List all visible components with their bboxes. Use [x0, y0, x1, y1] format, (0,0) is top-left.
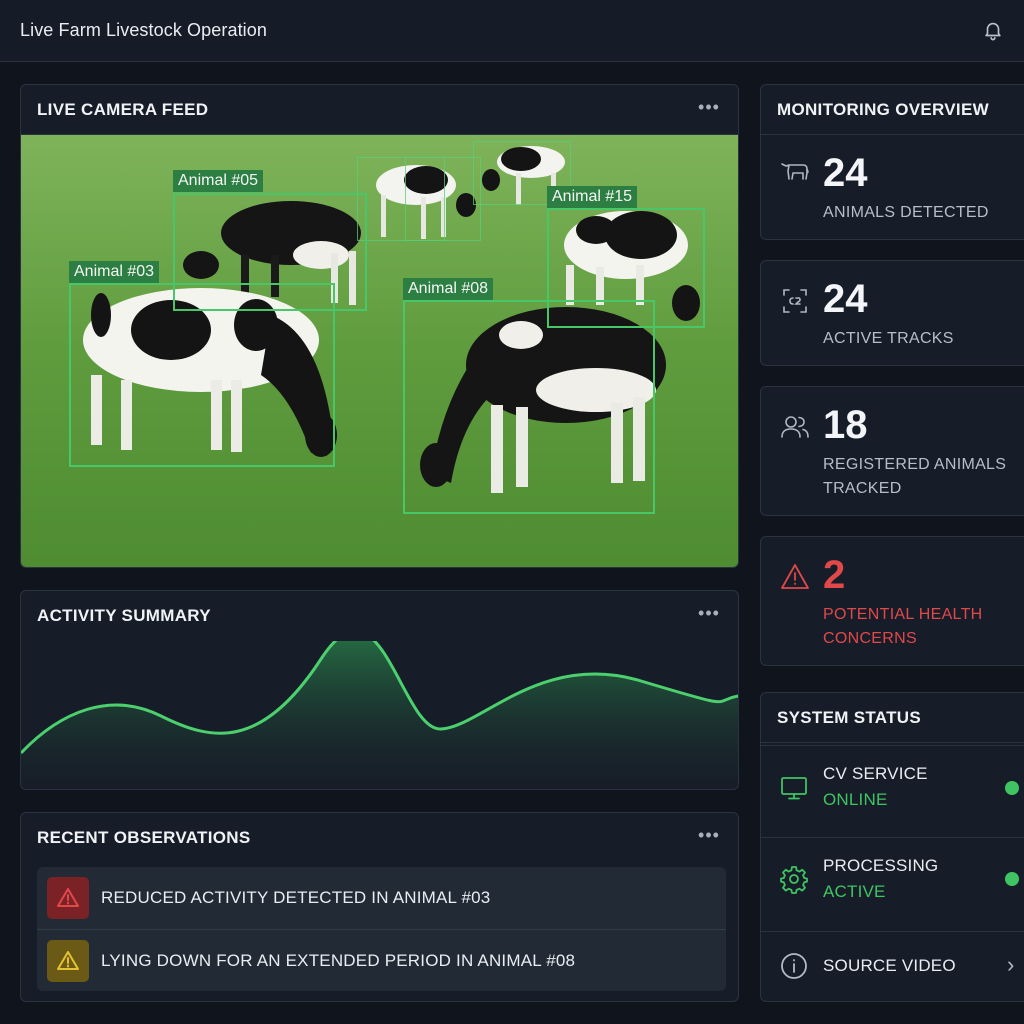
- status-indicator-dot: [1005, 872, 1019, 886]
- stat-label: REGISTERED ANIMALS TRACKED: [823, 456, 1007, 497]
- stat-card-health-concerns[interactable]: 2 POTENTIAL HEALTH CONCERNS: [760, 536, 1024, 666]
- detection-label: Animal #08: [403, 278, 494, 300]
- stat-label: ACTIVE TRACKS: [823, 330, 954, 347]
- status-indicator-dot: [1005, 781, 1019, 795]
- detection-box-animal-03[interactable]: [69, 283, 335, 467]
- status-row-processing[interactable]: PROCESSING ACTIVE: [761, 837, 1024, 923]
- detection-label: Animal #03: [69, 261, 160, 283]
- recent-observations-title: RECENT OBSERVATIONS: [37, 828, 251, 847]
- monitor-icon: [781, 777, 807, 800]
- stat-value: 24: [823, 277, 868, 321]
- stat-value: 18: [823, 403, 868, 447]
- camera-feed-panel: LIVE CAMERA FEED ••• Animal #05 Animal #…: [20, 84, 739, 568]
- activity-area: [21, 641, 738, 789]
- top-bar: Live Farm Livestock Operation: [0, 0, 1024, 62]
- stat-value: 24: [823, 151, 868, 195]
- tracking-scan-icon: [783, 289, 807, 313]
- bell-icon[interactable]: [982, 19, 1004, 41]
- stat-label: ANIMALS DETECTED: [823, 204, 989, 221]
- monitoring-overview-title: MONITORING OVERVIEW: [761, 85, 1024, 135]
- status-name: SOURCE VIDEO: [823, 956, 956, 975]
- status-value: ONLINE: [823, 790, 888, 809]
- stat-card-animals-detected: MONITORING OVERVIEW 24 ANIMALS DETECTED: [760, 84, 1024, 240]
- users-icon: [781, 416, 809, 438]
- detection-box: [405, 157, 481, 241]
- status-value: ACTIVE: [823, 882, 886, 901]
- app-title: Live Farm Livestock Operation: [20, 20, 267, 40]
- camera-feed-title: LIVE CAMERA FEED: [21, 85, 738, 135]
- observation-item[interactable]: LYING DOWN FOR AN EXTENDED PERIOD IN ANI…: [37, 929, 726, 991]
- alert-triangle-icon: [47, 939, 89, 982]
- observation-item[interactable]: REDUCED ACTIVITY DETECTED IN ANIMAL #03: [37, 867, 726, 929]
- cow-icon: [781, 163, 809, 180]
- detection-box-animal-08[interactable]: [403, 300, 655, 514]
- more-horizontal-icon[interactable]: •••: [696, 604, 722, 625]
- chevron-right-icon[interactable]: ›: [1007, 952, 1014, 978]
- recent-observations-panel: RECENT OBSERVATIONS ••• REDUCED ACTIVITY…: [20, 812, 739, 1002]
- activity-summary-title: ACTIVITY SUMMARY: [37, 606, 211, 625]
- stat-value: 2: [823, 553, 846, 597]
- warning-icon: [781, 564, 809, 589]
- stat-card-registered-animals: 18 REGISTERED ANIMALS TRACKED: [760, 386, 1024, 516]
- more-horizontal-icon[interactable]: •••: [696, 98, 722, 119]
- status-row-source-video[interactable]: SOURCE VIDEO ›: [761, 931, 1024, 1001]
- status-name: PROCESSING: [823, 856, 939, 875]
- stat-label: POTENTIAL HEALTH CONCERNS: [823, 606, 983, 647]
- observation-text: LYING DOWN FOR AN EXTENDED PERIOD IN ANI…: [101, 950, 576, 970]
- status-name: CV SERVICE: [823, 764, 928, 783]
- more-horizontal-icon[interactable]: •••: [696, 826, 722, 847]
- alert-triangle-icon: [47, 877, 89, 919]
- detection-label: Animal #15: [547, 186, 638, 208]
- status-row-cv-service[interactable]: CV SERVICE ONLINE: [761, 745, 1024, 829]
- observation-list: REDUCED ACTIVITY DETECTED IN ANIMAL #03 …: [37, 867, 726, 991]
- system-status-panel: SYSTEM STATUS CV SERVICE ONLINE PROCESSI…: [760, 692, 1024, 1002]
- stat-card-active-tracks: 24 ACTIVE TRACKS: [760, 260, 1024, 366]
- activity-chart: [21, 641, 738, 789]
- activity-summary-panel: ACTIVITY SUMMARY •••: [20, 590, 739, 790]
- camera-feed-video[interactable]: Animal #05 Animal #15 Animal #03 Animal …: [21, 135, 738, 567]
- info-icon: [781, 953, 807, 979]
- observation-text: REDUCED ACTIVITY DETECTED IN ANIMAL #03: [101, 888, 491, 907]
- gear-icon: [780, 866, 808, 894]
- system-status-title: SYSTEM STATUS: [761, 693, 1024, 743]
- detection-label: Animal #05: [173, 170, 264, 192]
